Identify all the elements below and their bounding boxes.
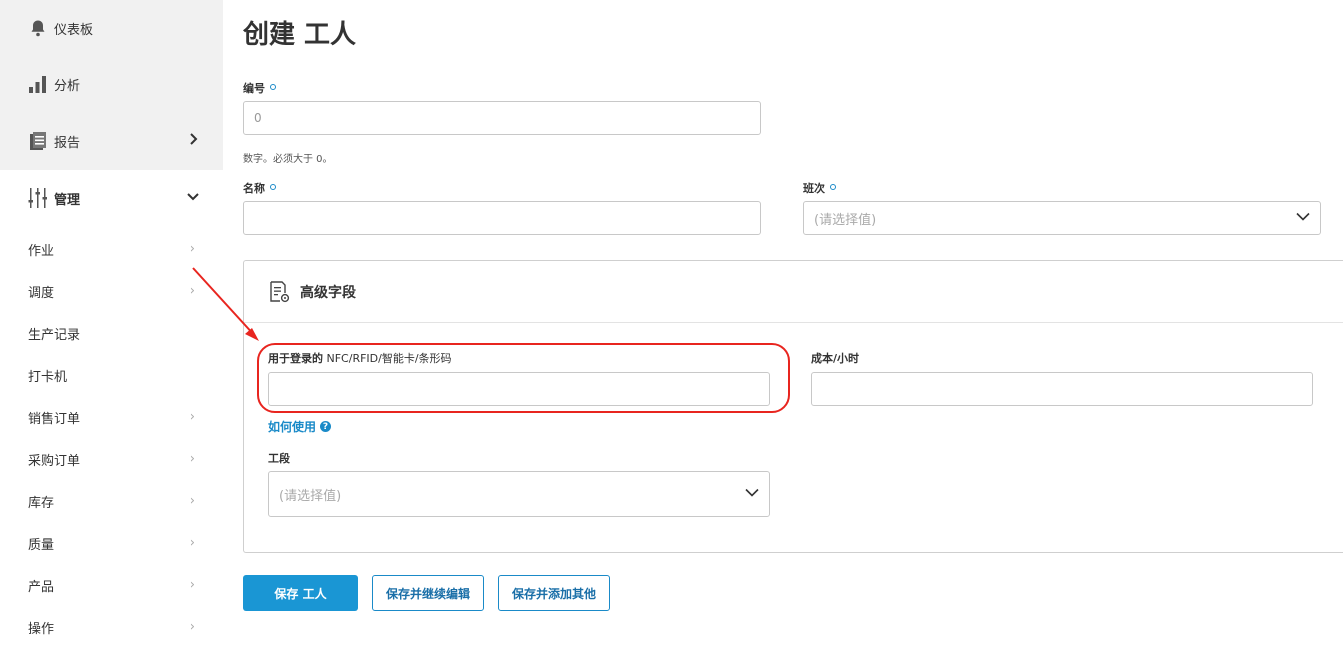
sidebar-item-reports[interactable]: 报告 <box>0 113 223 169</box>
shift-label: 班次 <box>803 180 836 196</box>
question-circle-icon: ? <box>320 421 332 432</box>
sidebar-subitem-label: 打卡机 <box>28 369 68 385</box>
chevron-right-icon <box>189 133 199 149</box>
chevron-right-icon: › <box>189 535 195 551</box>
sidebar-subitem-label: 调度 <box>28 285 55 301</box>
sidebar-subitem-label: 操作 <box>28 621 55 637</box>
required-dot-icon <box>270 184 276 190</box>
save-continue-button[interactable]: 保存并继续编辑 <box>372 575 484 611</box>
how-to-use-link[interactable]: 如何使用? <box>268 418 332 435</box>
chevron-right-icon: › <box>189 619 195 635</box>
sidebar-item-label: 报告 <box>54 135 81 151</box>
advanced-fields-title: 高级字段 <box>300 285 356 301</box>
sidebar-subitem-label: 销售订单 <box>28 411 81 427</box>
sidebar-item-label: 管理 <box>54 192 81 208</box>
sidebar-subitem-inventory[interactable]: 库存 › <box>0 480 223 522</box>
highlight-outline <box>257 343 790 413</box>
cost-input[interactable] <box>811 372 1313 406</box>
chevron-right-icon: › <box>189 577 195 593</box>
chevron-down-icon <box>187 190 199 206</box>
section-select[interactable]: (请选择值) <box>268 471 770 517</box>
required-dot-icon <box>830 184 836 190</box>
sidebar-item-dashboard[interactable]: 仪表板 <box>0 0 223 56</box>
sidebar-subitem-sales-orders[interactable]: 销售订单 › <box>0 396 223 438</box>
sidebar-subitem-label: 作业 <box>28 243 55 259</box>
number-input-value: 0 <box>254 111 262 125</box>
chevron-right-icon: › <box>189 493 195 509</box>
section-select-placeholder: (请选择值) <box>279 488 342 504</box>
report-icon <box>28 131 48 151</box>
sliders-icon <box>28 188 48 208</box>
sidebar-item-analytics[interactable]: 分析 <box>0 56 223 112</box>
section-label: 工段 <box>268 452 290 465</box>
save-add-another-button[interactable]: 保存并添加其他 <box>498 575 610 611</box>
annotation-arrow-icon <box>192 267 259 341</box>
name-label: 名称 <box>243 180 276 196</box>
sidebar-subitem-time-clock[interactable]: 打卡机 <box>0 354 223 396</box>
number-input[interactable]: 0 <box>243 101 761 135</box>
sidebar-item-label: 仪表板 <box>54 22 94 38</box>
bar-chart-icon <box>28 74 48 94</box>
bell-icon <box>28 18 48 38</box>
sidebar-subitem-label: 生产记录 <box>28 327 81 343</box>
sidebar-subitem-label: 质量 <box>28 537 55 553</box>
chevron-right-icon: › <box>189 409 195 425</box>
sidebar-subitem-label: 产品 <box>28 579 55 595</box>
sidebar-subitem-quality[interactable]: 质量 › <box>0 522 223 564</box>
save-worker-button[interactable]: 保存 工人 <box>243 575 358 611</box>
shift-select-placeholder: (请选择值) <box>814 212 877 228</box>
name-input[interactable] <box>243 201 761 235</box>
chevron-down-icon <box>745 487 759 502</box>
sidebar-subitem-label: 采购订单 <box>28 453 81 469</box>
chevron-right-icon: › <box>189 241 195 257</box>
sidebar-subitem-label: 库存 <box>28 495 55 511</box>
sidebar-subitem-purchase-orders[interactable]: 采购订单 › <box>0 438 223 480</box>
number-label: 编号 <box>243 80 276 96</box>
chevron-right-icon: › <box>189 451 195 467</box>
sidebar-subitem-products[interactable]: 产品 › <box>0 564 223 606</box>
cost-label: 成本/小时 <box>811 352 860 365</box>
shift-select[interactable]: (请选择值) <box>803 201 1321 235</box>
advanced-fields-header[interactable]: 高级字段 <box>244 261 1343 323</box>
sidebar-item-label: 分析 <box>54 78 81 94</box>
sidebar-item-manage[interactable]: 管理 <box>0 170 223 226</box>
main-content: 创建 工人 编号 0 数字。必须大于 0。 名称 班次 (请选择值) 高级字段 … <box>223 0 1343 642</box>
required-dot-icon <box>270 84 276 90</box>
document-settings-icon <box>268 280 292 308</box>
number-hint: 数字。必须大于 0。 <box>243 154 333 165</box>
chevron-down-icon <box>1296 211 1310 226</box>
page-title: 创建 工人 <box>243 20 357 50</box>
